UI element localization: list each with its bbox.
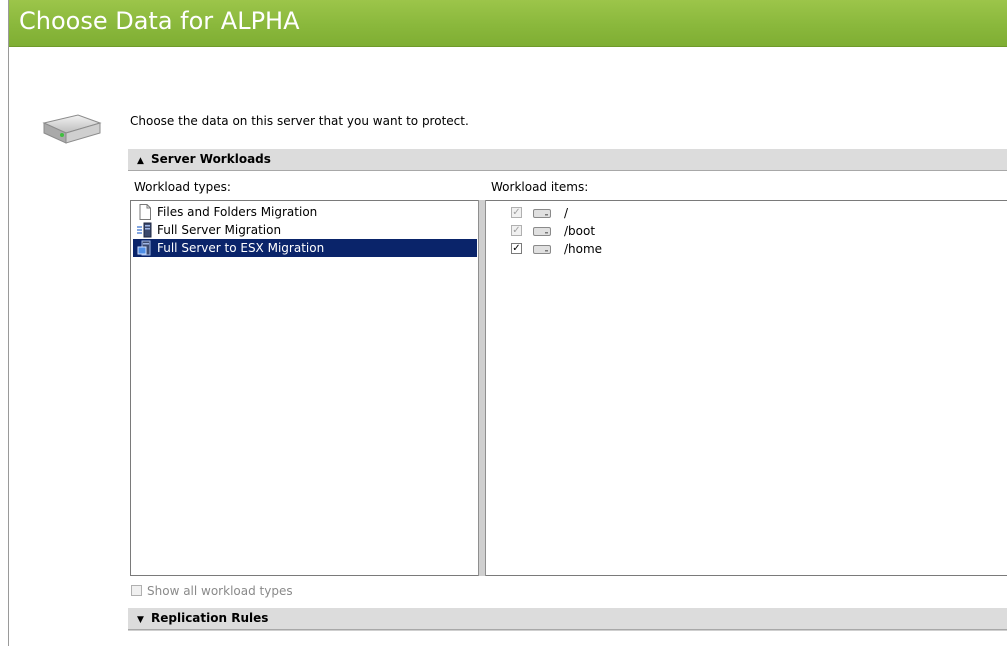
- list-item-label: Full Server to ESX Migration: [157, 241, 325, 255]
- checkbox-boot[interactable]: ✓: [511, 225, 522, 236]
- server-drive-icon: [42, 114, 102, 144]
- list-item-full-server-esx-migration[interactable]: Full Server to ESX Migration: [133, 239, 477, 257]
- collapse-arrow-icon: ▲: [137, 156, 144, 166]
- server-migration-icon: [137, 222, 152, 238]
- esx-migration-icon: [137, 240, 151, 256]
- workload-types-label: Workload types:: [134, 180, 231, 194]
- divider: [128, 630, 1007, 631]
- tree-item-label: /home: [564, 242, 603, 256]
- disk-icon: [533, 227, 551, 236]
- tree-item-label: /boot: [564, 224, 596, 238]
- show-all-label: Show all workload types: [147, 584, 293, 598]
- section-server-workloads[interactable]: ▲ Server Workloads: [128, 149, 1007, 171]
- disk-icon: [533, 245, 551, 254]
- panel-splitter[interactable]: [478, 200, 486, 576]
- title-bar: Choose Data for ALPHA: [9, 0, 1007, 47]
- list-item-label: Full Server Migration: [157, 223, 282, 237]
- show-all-checkbox[interactable]: [131, 585, 142, 596]
- section-label: Replication Rules: [151, 611, 269, 625]
- workload-types-list[interactable]: Files and Folders Migration Full Server …: [130, 200, 479, 576]
- expand-arrow-icon: ▼: [137, 615, 144, 625]
- list-item-full-server-migration[interactable]: Full Server Migration: [133, 221, 477, 239]
- workload-items-label: Workload items:: [491, 180, 589, 194]
- workload-items-list[interactable]: ✓ / ✓ /boot ✓ /home: [486, 200, 1007, 576]
- tree-item-label: /: [564, 206, 569, 220]
- window-left-border: [8, 0, 9, 646]
- page-title: Choose Data for ALPHA: [19, 7, 300, 35]
- list-item-label: Files and Folders Migration: [157, 205, 318, 219]
- list-item-files-folders-migration[interactable]: Files and Folders Migration: [133, 203, 477, 221]
- disk-icon: [533, 209, 551, 218]
- intro-text: Choose the data on this server that you …: [130, 114, 469, 128]
- document-icon: [139, 204, 151, 220]
- checkbox-home[interactable]: ✓: [511, 243, 522, 254]
- section-replication-rules[interactable]: ▼ Replication Rules: [128, 608, 1007, 630]
- section-label: Server Workloads: [151, 152, 271, 166]
- checkbox-root[interactable]: ✓: [511, 207, 522, 218]
